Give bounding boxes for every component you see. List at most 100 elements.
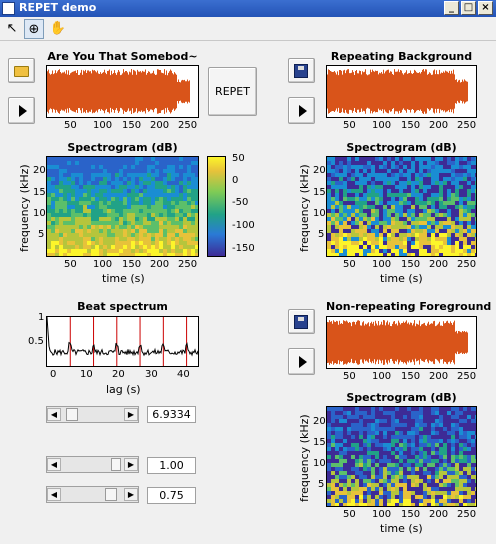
spectrogram-cell xyxy=(431,197,435,201)
spectrogram-cell xyxy=(75,229,79,233)
slider-right-arrow[interactable]: ▶ xyxy=(124,408,138,421)
spectrogram-cell xyxy=(47,177,51,181)
spectrogram-cell xyxy=(167,193,171,197)
spectrogram-cell xyxy=(463,411,467,415)
spectrogram-cell xyxy=(347,435,351,439)
spectrogram-cell xyxy=(447,249,451,253)
spectrogram-cell xyxy=(379,173,383,177)
spectrogram-cell xyxy=(459,499,463,503)
period-slider[interactable]: ◀ ▶ xyxy=(46,406,139,423)
spectrogram-cell xyxy=(155,193,159,197)
maximize-button[interactable]: □ xyxy=(461,1,476,15)
slider-left-arrow[interactable]: ◀ xyxy=(47,458,61,471)
play-mixture-button[interactable] xyxy=(8,97,35,124)
repet-button[interactable]: REPET xyxy=(208,67,257,116)
spectrogram-cell xyxy=(331,499,335,503)
spectrogram-cell xyxy=(403,181,407,185)
spectrogram-cell xyxy=(387,161,391,165)
pointer-icon[interactable]: ↖ xyxy=(2,19,22,39)
background-waveform[interactable] xyxy=(326,65,477,118)
spectrogram-cell xyxy=(87,221,91,225)
spectrogram-cell xyxy=(455,491,459,495)
beat-spectrum-plot[interactable] xyxy=(46,316,199,367)
zoom-in-icon[interactable]: ⊕ xyxy=(24,19,44,39)
slider-left-arrow[interactable]: ◀ xyxy=(47,488,61,501)
spectrogram-cell xyxy=(403,423,407,427)
spectrogram-cell xyxy=(179,181,183,185)
spectrogram-cell xyxy=(123,165,127,169)
open-file-button[interactable] xyxy=(8,58,35,83)
spectrogram-cell xyxy=(443,209,447,213)
spectrogram-cell xyxy=(91,241,95,245)
spectrogram-cell xyxy=(411,157,415,161)
spectrogram-cell xyxy=(375,447,379,451)
slider-right-arrow[interactable]: ▶ xyxy=(124,488,138,501)
cutoff-value-field[interactable]: 1.00 xyxy=(147,457,196,474)
spectrogram-cell xyxy=(55,197,59,201)
spectrogram-cell xyxy=(351,221,355,225)
spectrogram-cell xyxy=(339,213,343,217)
background-spectrogram[interactable] xyxy=(326,156,477,257)
spectrogram-cell xyxy=(387,225,391,229)
spectrogram-cell xyxy=(95,205,99,209)
spectrogram-cell xyxy=(427,483,431,487)
spectrogram-cell xyxy=(379,503,383,506)
mixture-spectrogram[interactable] xyxy=(46,156,199,257)
spectrogram-cell xyxy=(367,471,371,475)
spectrogram-cell xyxy=(155,229,159,233)
spectrogram-cell xyxy=(467,169,471,173)
spectrogram-cell xyxy=(419,213,423,217)
play-background-button[interactable] xyxy=(288,97,315,124)
period-value-field[interactable]: 6.9334 xyxy=(147,406,196,423)
spectrogram-cell xyxy=(411,483,415,487)
spectrogram-cell xyxy=(139,173,143,177)
spectrogram-cell xyxy=(387,439,391,443)
spectrogram-cell xyxy=(459,463,463,467)
spectrogram-cell xyxy=(467,189,471,193)
slider-right-arrow[interactable]: ▶ xyxy=(124,458,138,471)
slider-thumb[interactable] xyxy=(111,458,121,471)
spectrogram-cell xyxy=(167,157,171,161)
spectrogram-cell xyxy=(395,233,399,237)
spectrogram-cell xyxy=(351,249,355,253)
spectrogram-cell xyxy=(451,499,455,503)
slider-thumb[interactable] xyxy=(105,488,117,501)
spectrogram-cell xyxy=(475,181,476,185)
spectrogram-cell xyxy=(459,475,463,479)
spectrogram-cell xyxy=(343,475,347,479)
spectrogram-cell xyxy=(451,161,455,165)
foreground-spectrogram[interactable] xyxy=(326,406,477,507)
spectrogram-cell xyxy=(335,411,339,415)
spectrogram-cell xyxy=(327,411,331,415)
spectrogram-cell xyxy=(367,451,371,455)
foreground-waveform[interactable] xyxy=(326,316,477,369)
spectrogram-cell xyxy=(115,161,119,165)
threshold-slider[interactable]: ◀ ▶ xyxy=(46,486,139,503)
threshold-value-field[interactable]: 0.75 xyxy=(147,487,196,504)
spectrogram-cell xyxy=(363,495,367,499)
minimize-button[interactable]: _ xyxy=(444,1,459,15)
cutoff-slider[interactable]: ◀ ▶ xyxy=(46,456,139,473)
spectrogram-cell xyxy=(395,451,399,455)
spectrogram-cell xyxy=(383,467,387,471)
spectrogram-cell xyxy=(351,225,355,229)
save-foreground-button[interactable] xyxy=(288,309,315,334)
spectrogram-cell xyxy=(119,165,123,169)
spectrogram-cell xyxy=(99,201,103,205)
spectrogram-cell xyxy=(103,157,107,161)
save-background-button[interactable] xyxy=(288,58,315,83)
spectrogram-cell xyxy=(411,439,415,443)
spectrogram-cell xyxy=(383,439,387,443)
spectrogram-cell xyxy=(331,439,335,443)
mixture-waveform[interactable] xyxy=(46,65,199,118)
spectrogram-cell xyxy=(463,491,467,495)
play-foreground-button[interactable] xyxy=(288,348,315,375)
slider-left-arrow[interactable]: ◀ xyxy=(47,408,61,421)
spectrogram-cell xyxy=(119,249,123,253)
spectrogram-cell xyxy=(131,217,135,221)
slider-thumb[interactable] xyxy=(66,408,78,421)
spectrogram-cell xyxy=(471,249,475,253)
spectrogram-cell xyxy=(463,427,467,431)
close-button[interactable]: × xyxy=(478,1,493,15)
pan-icon[interactable]: ✋ xyxy=(48,19,68,39)
